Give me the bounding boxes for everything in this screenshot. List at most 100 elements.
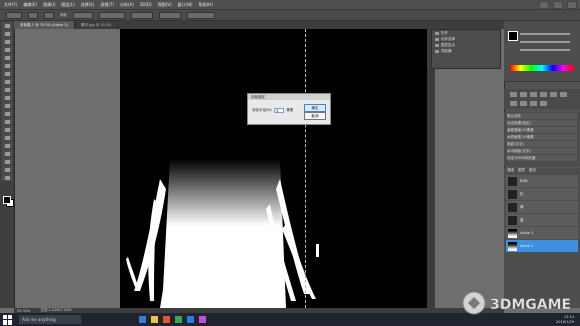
cancel-button[interactable]: 取消 (304, 112, 326, 120)
action-item[interactable]: 投影(文字) (507, 141, 577, 147)
mixer-icon[interactable] (540, 100, 547, 106)
healing-tool[interactable] (2, 70, 12, 77)
menu-layer[interactable]: 图层(L) (61, 2, 74, 8)
windows-start-icon[interactable] (3, 314, 13, 325)
crop-tool[interactable] (2, 54, 12, 61)
menu-3d[interactable]: 3D(D) (140, 2, 152, 7)
action-item[interactable]: 自定义RGB到灰度 (507, 155, 577, 161)
blur-tool[interactable] (2, 118, 12, 125)
lasso-tool[interactable] (2, 38, 12, 45)
quick-select-tool[interactable] (2, 46, 12, 53)
zoom-level[interactable]: 33.33% (17, 309, 30, 313)
channel-row[interactable]: 蓝 (506, 214, 578, 226)
menu-view[interactable]: 视图(V) (158, 2, 172, 8)
menu-edit[interactable]: 编辑(E) (23, 2, 37, 8)
action-item[interactable]: 木质画框-50像素 (507, 134, 577, 140)
history-brush-tool[interactable] (2, 94, 12, 101)
tab-paths[interactable]: 路径 (529, 168, 536, 174)
hue-icon[interactable] (560, 92, 567, 97)
action-label: 淡出效果(选区) (507, 120, 531, 125)
close-button[interactable] (567, 1, 577, 9)
channel-row[interactable]: Alpha 1 (506, 227, 578, 239)
pen-tool[interactable] (2, 134, 12, 141)
menu-select[interactable]: 选择(S) (81, 2, 95, 8)
menu-filter[interactable]: 滤镜(T) (100, 2, 114, 8)
green-slider[interactable] (520, 41, 570, 43)
photoshop-icon[interactable] (187, 316, 194, 323)
brightness-icon[interactable] (510, 92, 517, 97)
hand-icon (4, 167, 10, 172)
menu-window[interactable]: 窗口(W) (178, 2, 193, 8)
foreground-color-swatch[interactable] (3, 196, 11, 204)
zoom-tool[interactable] (2, 174, 12, 181)
app-icon[interactable] (175, 316, 182, 323)
path-select-tool[interactable] (2, 150, 12, 157)
task-view-icon[interactable] (139, 316, 146, 323)
gradient-tool[interactable] (2, 110, 12, 117)
channel-row[interactable]: 绿 (506, 201, 578, 213)
color-fg-swatch[interactable] (508, 31, 518, 41)
bw-icon[interactable] (520, 100, 527, 106)
tab-channels[interactable]: 通道 (507, 168, 514, 174)
photo-filter-icon[interactable] (530, 100, 537, 106)
hair-mask-image (126, 159, 319, 308)
menu-image[interactable]: 图像(I) (43, 2, 55, 8)
style-select[interactable] (99, 11, 125, 19)
blue-slider[interactable] (520, 49, 570, 51)
tab-layers[interactable]: 图层 (518, 168, 525, 174)
menu-help[interactable]: 帮助(H) (199, 2, 213, 8)
browser-icon[interactable] (163, 316, 170, 323)
shape-tool[interactable] (2, 158, 12, 165)
dodge-tool[interactable] (2, 126, 12, 133)
type-tool[interactable] (2, 142, 12, 149)
eraser-tool[interactable] (2, 102, 12, 109)
tab-document-1[interactable]: 未标题-1 @ 33.3% (Alpha 2) (14, 21, 75, 29)
taskbar-search-box[interactable]: Ask me anything (19, 315, 81, 324)
action-item[interactable]: 画框通道-50像素 (507, 127, 577, 133)
action-item[interactable]: 水中倒影(文字) (507, 148, 577, 154)
player-icon[interactable] (199, 316, 206, 323)
selection-mode-new[interactable] (28, 11, 38, 19)
channel-thumbnail (508, 202, 517, 212)
vibrance-icon[interactable] (550, 92, 557, 97)
tab-document-2[interactable]: 素材.jpg @ 33.3% (75, 21, 119, 29)
minimize-button[interactable] (539, 1, 549, 9)
marquee-icon (4, 31, 10, 36)
exposure-icon[interactable] (540, 92, 547, 97)
file-explorer-icon[interactable] (151, 316, 158, 323)
curves-icon[interactable] (530, 92, 537, 97)
feather-radius-input[interactable] (274, 108, 285, 113)
tool-preset-picker[interactable] (6, 11, 22, 19)
menu-file[interactable]: 文件(F) (4, 2, 17, 8)
marquee-tool[interactable] (2, 30, 12, 37)
width-input[interactable] (131, 11, 153, 19)
ok-button[interactable]: 确定 (304, 104, 326, 112)
clock-date[interactable]: 2016/1/29 (556, 320, 574, 325)
feather-radius-row: 羽化半径(R): 像素 (252, 108, 293, 113)
color-spectrum[interactable] (510, 65, 574, 71)
balance-icon[interactable] (510, 100, 517, 106)
channel-row-selected[interactable]: Alpha 2 (506, 240, 578, 252)
action-item[interactable]: 默认动作 (507, 113, 577, 119)
refine-edge-button[interactable] (187, 11, 215, 19)
history-icon (435, 31, 439, 35)
menu-analysis[interactable]: 分析(A) (120, 2, 134, 8)
feather-input[interactable] (73, 11, 93, 19)
gradient-icon (4, 111, 10, 116)
channel-name: Alpha 1 (520, 231, 534, 235)
stamp-tool[interactable] (2, 86, 12, 93)
eyedropper-tool[interactable] (2, 62, 12, 69)
red-slider[interactable] (520, 33, 570, 35)
hand-tool[interactable] (2, 166, 12, 173)
brush-tool[interactable] (2, 78, 12, 85)
height-input[interactable] (159, 11, 181, 19)
action-item[interactable]: 淡出效果(选区) (507, 120, 577, 126)
selection-mode-add[interactable] (44, 11, 54, 19)
document-canvas[interactable] (120, 29, 427, 308)
mini-panel-item[interactable]: 导航器 (432, 48, 500, 54)
levels-icon[interactable] (520, 92, 527, 97)
channel-row[interactable]: RGB (506, 175, 578, 187)
maximize-button[interactable] (553, 1, 563, 9)
channel-row[interactable]: 红 (506, 188, 578, 200)
move-tool[interactable] (2, 22, 12, 29)
